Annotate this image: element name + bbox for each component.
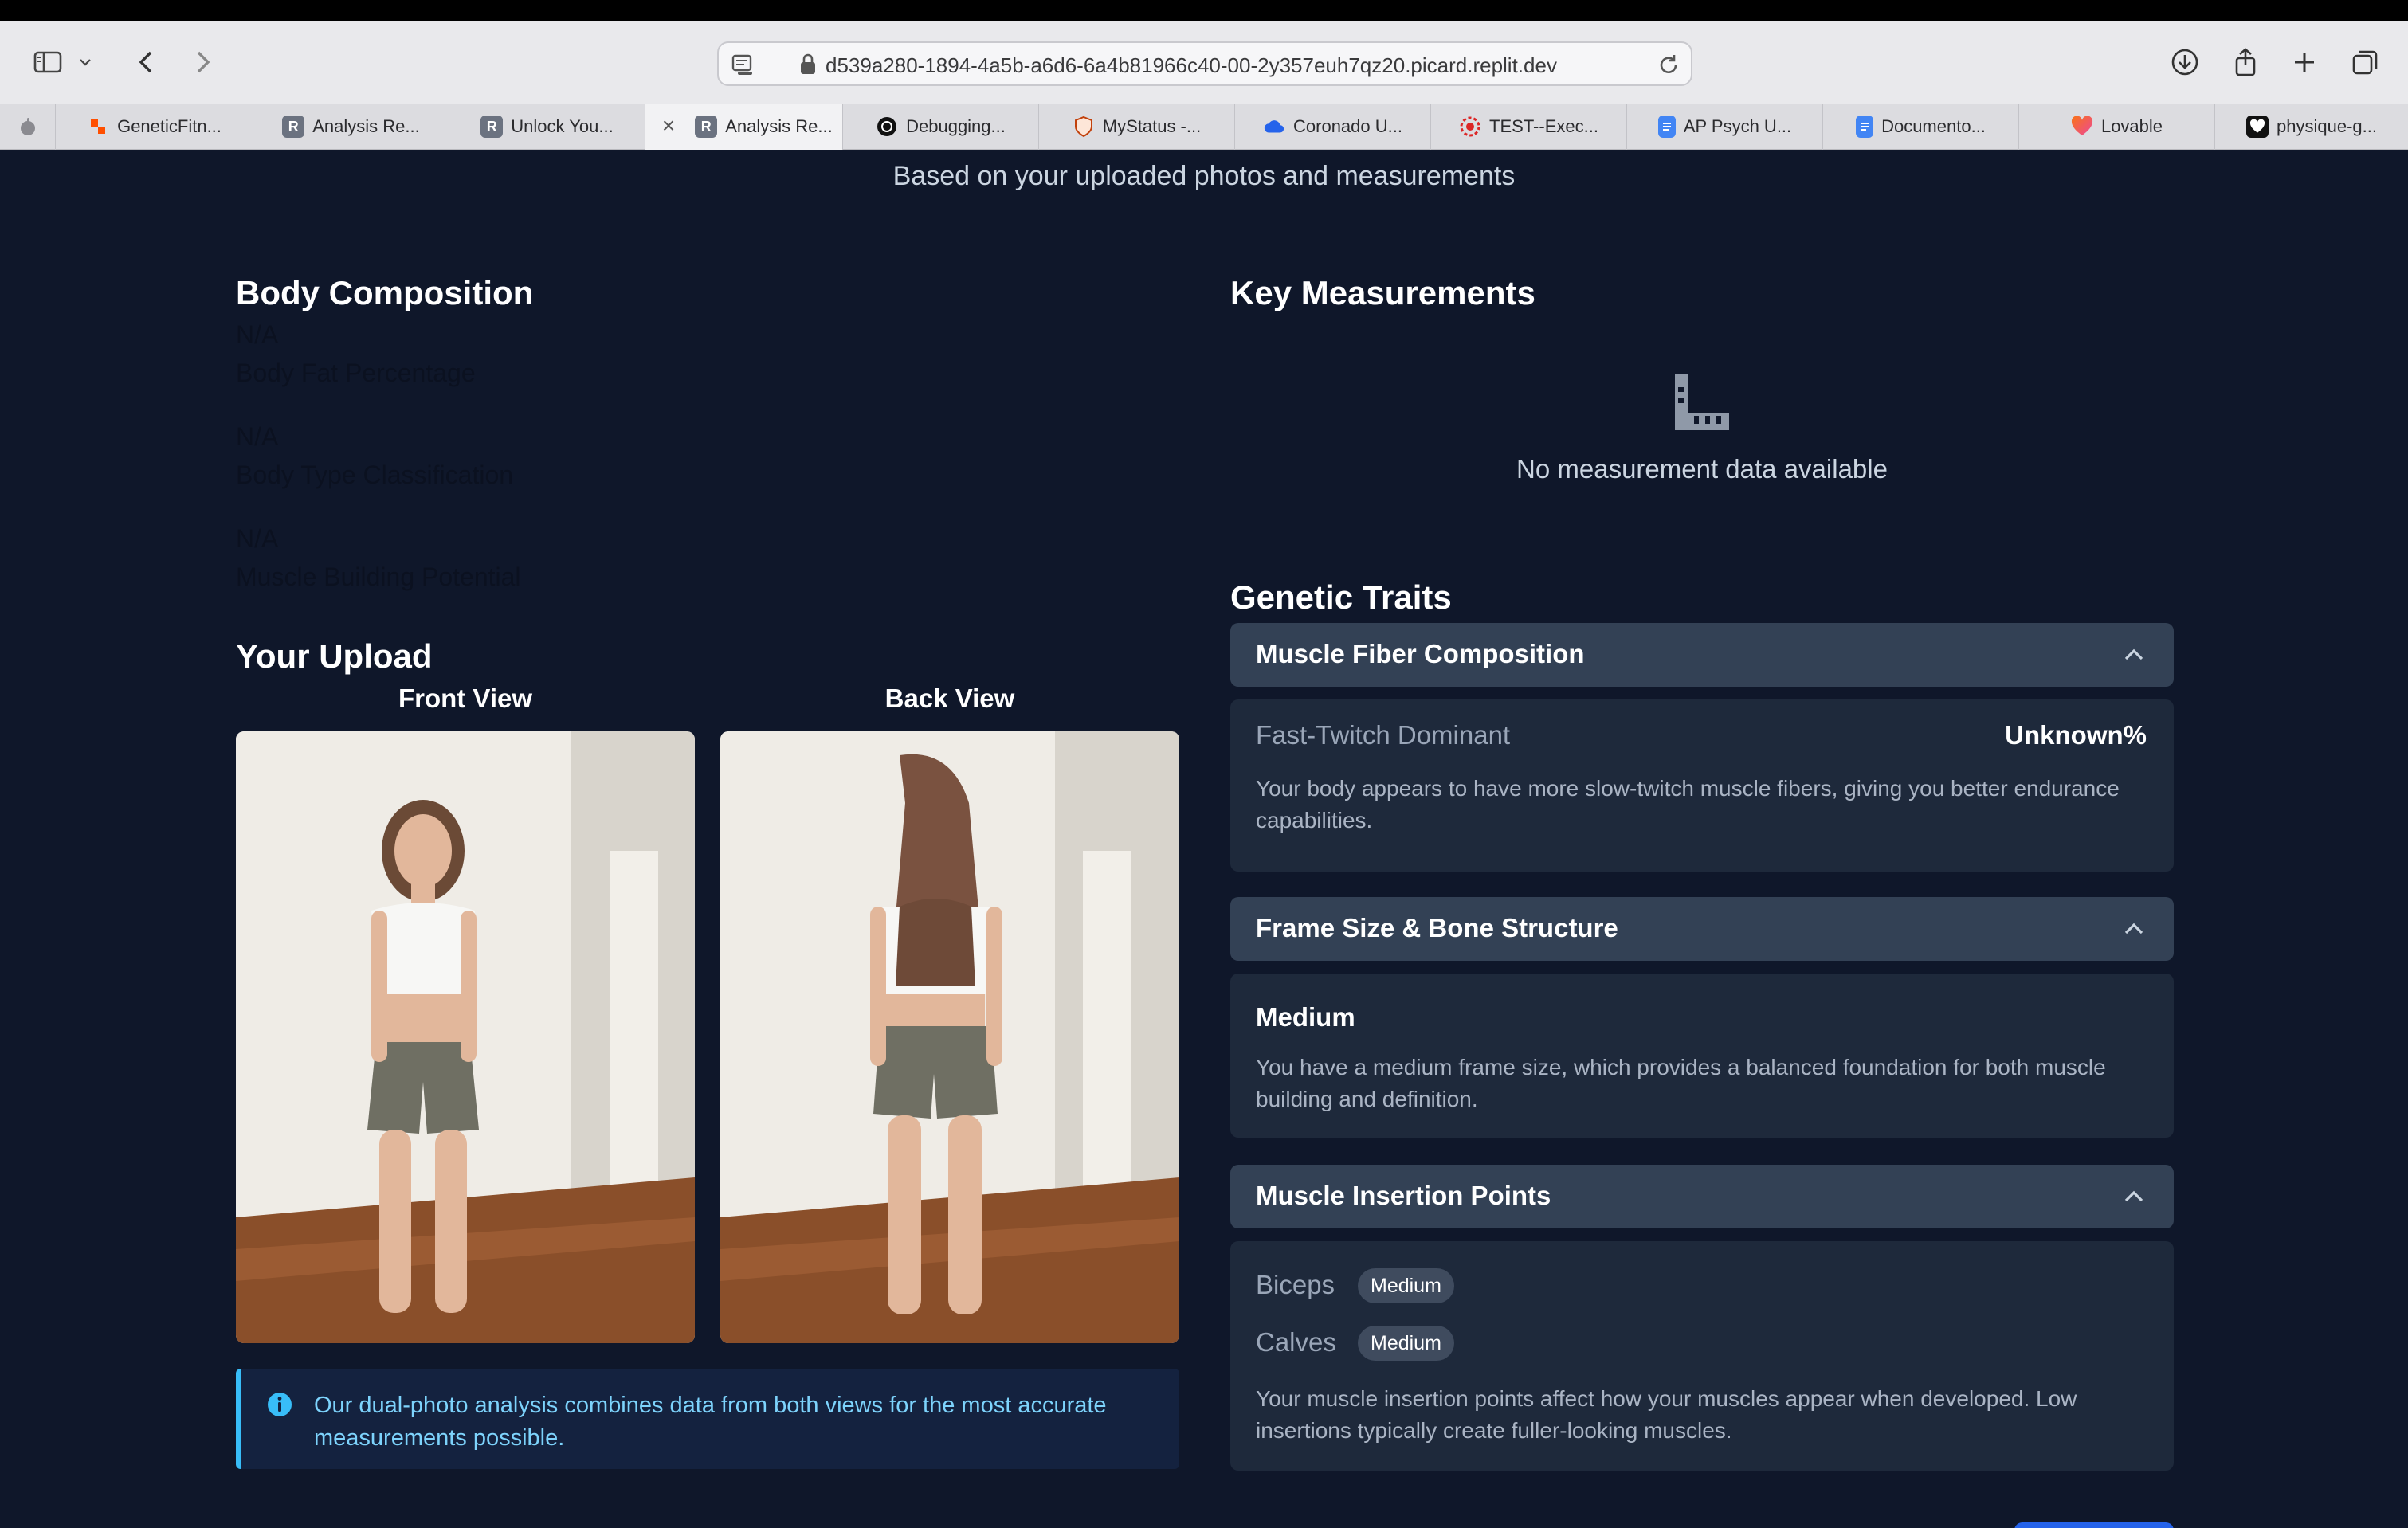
- accordion-title: Muscle Fiber Composition: [1256, 639, 1585, 668]
- muscle-insertion-accordion-header[interactable]: Muscle Insertion Points: [1230, 1165, 2174, 1228]
- tab-label: physique-g...: [2277, 116, 2377, 136]
- tab-label: GeneticFitn...: [117, 116, 222, 136]
- muscle-insertion-card: Biceps Medium Calves Medium Your muscle …: [1230, 1241, 2174, 1471]
- shield-icon: [1073, 116, 1095, 138]
- tab-label: Documento...: [1881, 116, 1986, 136]
- replit-r-icon: R: [695, 116, 718, 138]
- tab-unlock[interactable]: R Unlock You...: [449, 104, 645, 150]
- info-text: Our dual-photo analysis combines data fr…: [314, 1393, 1107, 1451]
- page-subtitle: Based on your uploaded photos and measur…: [892, 161, 1516, 191]
- body-fat-value: N/A: [236, 320, 279, 349]
- tab-documento[interactable]: Documento...: [1823, 104, 2019, 150]
- apple-icon: [20, 118, 35, 135]
- heart-icon: [2071, 116, 2093, 138]
- replit-r-icon: R: [282, 116, 305, 138]
- frame-size-card: Medium You have a medium frame size, whi…: [1230, 974, 2174, 1138]
- body-fat-label: Body Fat Percentage: [236, 358, 476, 387]
- zapier-icon: [87, 116, 109, 138]
- tab-geneticfitness[interactable]: GeneticFitn...: [56, 104, 253, 150]
- info-icon: [268, 1393, 292, 1416]
- gear-icon: [1459, 116, 1481, 138]
- tab-label: Unlock You...: [511, 116, 614, 136]
- continue-button[interactable]: [2014, 1522, 2174, 1528]
- chevron-down-icon[interactable]: [73, 43, 97, 81]
- address-bar[interactable]: d539a280-1894-4a5b-a6d6-6a4b81966c40-00-…: [717, 41, 1692, 86]
- frame-size-value: Medium: [1256, 1002, 1355, 1032]
- downloads-icon[interactable]: [2166, 43, 2204, 81]
- tab-test-exec[interactable]: TEST--Exec...: [1431, 104, 1627, 150]
- close-tab-icon[interactable]: ×: [657, 115, 680, 139]
- apple-tab-icon[interactable]: [0, 104, 56, 150]
- tab-lovable[interactable]: Lovable: [2019, 104, 2215, 150]
- tab-label: Analysis Re...: [312, 116, 420, 136]
- new-tab-icon[interactable]: [2285, 43, 2324, 81]
- insertion-calves-label: Calves: [1256, 1327, 1336, 1357]
- back-icon[interactable]: [127, 43, 166, 81]
- frame-size-accordion-header[interactable]: Frame Size & Bone Structure: [1230, 897, 2174, 961]
- page-content: Based on your uploaded photos and measur…: [0, 150, 2408, 1528]
- tab-label: MyStatus -...: [1102, 116, 1202, 136]
- body-composition-heading: Body Composition: [236, 274, 534, 311]
- lock-icon: [801, 53, 815, 74]
- body-type-value: N/A: [236, 422, 279, 451]
- insertion-description: Your muscle insertion points affect how …: [1256, 1386, 2077, 1443]
- front-view-photo: [236, 731, 695, 1343]
- tab-physique[interactable]: physique-g...: [2215, 104, 2408, 150]
- ruler-icon: [1675, 374, 1729, 430]
- muscle-potential-value: N/A: [236, 524, 279, 553]
- url-text: d539a280-1894-4a5b-a6d6-6a4b81966c40-00-…: [826, 53, 1557, 77]
- chevron-up-icon[interactable]: [2121, 1184, 2147, 1209]
- forward-icon[interactable]: [183, 43, 222, 81]
- body-type-label: Body Type Classification: [236, 460, 514, 489]
- menu-bar-strip: [0, 0, 2408, 21]
- muscle-fiber-accordion-header[interactable]: Muscle Fiber Composition: [1230, 623, 2174, 687]
- tab-mystatus[interactable]: MyStatus -...: [1039, 104, 1235, 150]
- info-banner: Our dual-photo analysis combines data fr…: [236, 1369, 1179, 1469]
- tab-label: Analysis Re...: [725, 116, 833, 136]
- tab-ap-psych[interactable]: AP Psych U...: [1627, 104, 1823, 150]
- tab-label: Lovable: [2100, 116, 2163, 136]
- your-upload-heading: Your Upload: [236, 637, 433, 675]
- openai-icon: [876, 116, 898, 138]
- genetic-traits-heading: Genetic Traits: [1230, 578, 1452, 616]
- back-view-label: Back View: [884, 684, 1015, 713]
- fiber-percent: Unknown%: [2005, 720, 2147, 750]
- docs-icon: [1657, 116, 1676, 138]
- muscle-potential-label: Muscle Building Potential: [236, 562, 521, 591]
- tab-debugging[interactable]: Debugging...: [843, 104, 1039, 150]
- frame-description: You have a medium frame size, which prov…: [1256, 1055, 2106, 1111]
- tab-bar: GeneticFitn... R Analysis Re... R Unlock…: [0, 104, 2408, 150]
- browser-toolbar: d539a280-1894-4a5b-a6d6-6a4b81966c40-00-…: [0, 21, 2408, 104]
- front-view-label: Front View: [398, 684, 533, 713]
- sidebar-toggle-icon[interactable]: [29, 43, 67, 81]
- site-settings-icon[interactable]: [730, 51, 757, 78]
- docs-icon: [1856, 116, 1874, 138]
- heart-icon: [2246, 116, 2269, 138]
- tab-label: AP Psych U...: [1683, 116, 1792, 136]
- reload-icon[interactable]: [1654, 51, 1683, 80]
- accordion-title: Frame Size & Bone Structure: [1256, 913, 1618, 942]
- insertion-biceps-badge: Medium: [1358, 1268, 1454, 1303]
- tab-overview-icon[interactable]: [2346, 43, 2384, 81]
- no-measurement-text: No measurement data available: [1516, 454, 1888, 484]
- accordion-title: Muscle Insertion Points: [1256, 1181, 1551, 1210]
- muscle-fiber-card: Fast-Twitch Dominant Unknown% Your body …: [1230, 699, 2174, 872]
- tab-label: TEST--Exec...: [1489, 116, 1598, 136]
- chevron-up-icon[interactable]: [2121, 642, 2147, 668]
- insertion-calves-badge: Medium: [1358, 1326, 1454, 1361]
- fiber-description: Your body appears to have more slow-twit…: [1256, 776, 2120, 833]
- tab-analysis-1[interactable]: R Analysis Re...: [253, 104, 449, 150]
- replit-r-icon: R: [480, 116, 504, 138]
- tab-coronado[interactable]: Coronado U...: [1235, 104, 1431, 150]
- key-measurements-heading: Key Measurements: [1230, 274, 1535, 311]
- fiber-type-name: Fast-Twitch Dominant: [1256, 720, 1511, 750]
- chevron-up-icon[interactable]: [2121, 916, 2147, 942]
- share-icon[interactable]: [2226, 43, 2265, 81]
- tab-label: Debugging...: [906, 116, 1006, 136]
- back-view-photo: [720, 731, 1179, 1343]
- cloud-icon: [1263, 116, 1285, 138]
- insertion-biceps-label: Biceps: [1256, 1270, 1335, 1299]
- tab-analysis-active[interactable]: × R Analysis Re...: [645, 104, 843, 150]
- tab-label: Coronado U...: [1293, 116, 1402, 136]
